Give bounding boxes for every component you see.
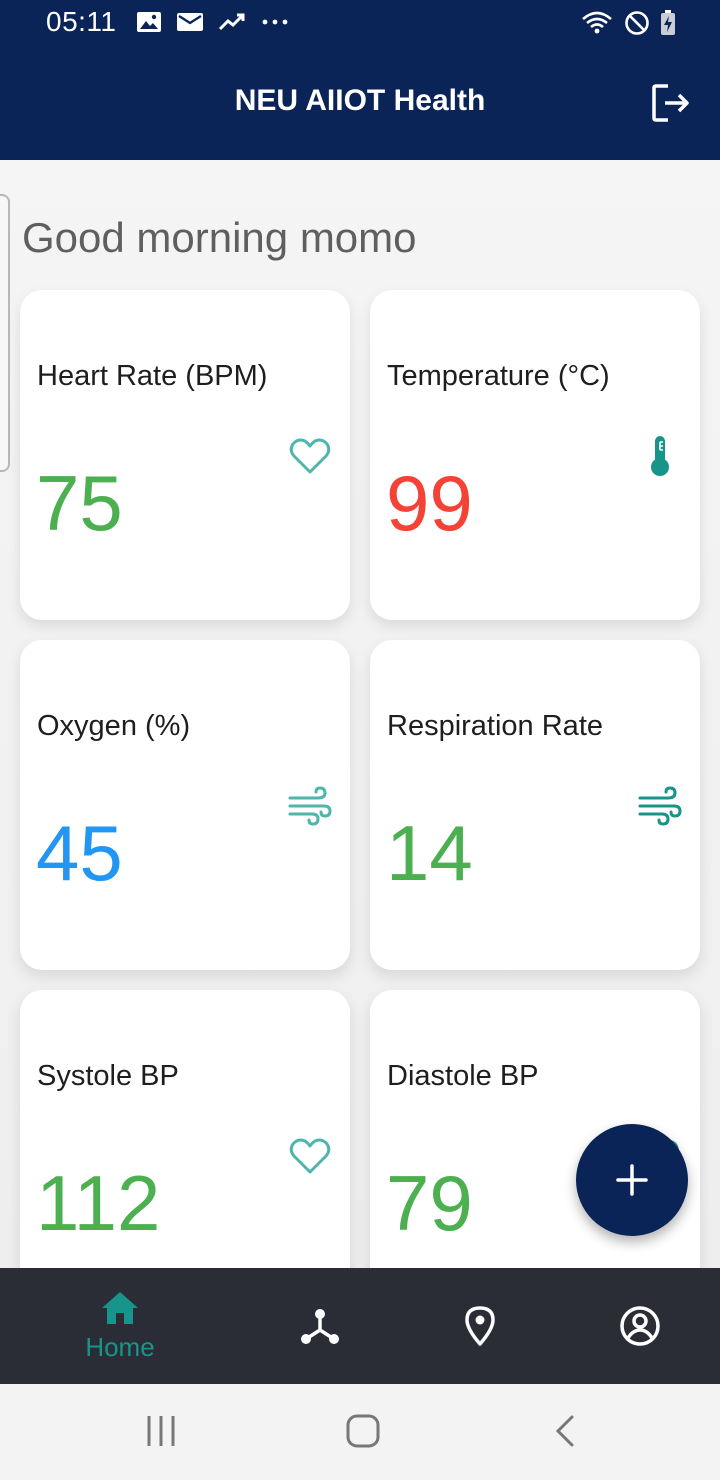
card-label: Diastole BP [387,1060,539,1092]
do-not-disturb-icon [625,11,649,35]
battery-charging-icon [661,10,675,35]
nav-item-location[interactable] [390,1268,570,1384]
wifi-icon [582,11,612,34]
thermometer-icon [651,436,669,476]
card-label: Oxygen (%) [37,710,191,742]
card-label: Systole BP [37,1060,179,1092]
trending-icon [218,13,245,31]
dashboard-content[interactable]: Good morning momo Heart Rate (BPM) 75 Te… [0,160,720,1268]
card-heart-rate[interactable]: Heart Rate (BPM) 75 [20,290,350,620]
status-bar: 05:11 [0,0,720,48]
plus-icon [616,1164,648,1196]
back-icon[interactable] [550,1414,580,1448]
home-icon [102,1291,138,1324]
status-left-icons [136,10,290,34]
nav-label-home: Home [85,1331,155,1362]
recents-icon[interactable] [144,1414,178,1448]
card-value: 99 [386,459,473,547]
card-respiration-rate[interactable]: Respiration Rate 14 [370,640,700,970]
heart-icon [289,438,331,474]
card-value: 79 [386,1159,473,1247]
drawer-handle[interactable] [0,194,10,472]
card-label: Heart Rate (BPM) [37,360,268,392]
app-bar: 05:11 NEU AIIOT Health [0,0,720,160]
status-right-icons [580,10,676,36]
card-label: Respiration Rate [387,710,603,742]
nav-item-profile[interactable] [550,1268,720,1384]
bottom-navigation: Home [0,1268,720,1384]
wind-icon [288,786,332,826]
nav-item-home[interactable]: Home [30,1268,210,1384]
logout-icon[interactable] [650,82,692,124]
card-value: 45 [36,809,123,897]
nav-item-network[interactable] [230,1268,410,1384]
add-fab-button[interactable] [576,1124,688,1236]
home-outline-icon[interactable] [344,1412,382,1450]
card-value: 14 [386,809,473,897]
app-title: NEU AIIOT Health [234,84,486,117]
card-temperature[interactable]: Temperature (°C) 99 [370,290,700,620]
status-time: 05:11 [46,6,117,37]
more-dots-icon [262,19,288,25]
mail-icon [177,13,203,31]
image-icon [137,12,161,32]
greeting-text: Good morning momo [22,214,417,261]
card-value: 112 [36,1159,161,1247]
card-oxygen[interactable]: Oxygen (%) 45 [20,640,350,970]
card-value: 75 [36,459,123,547]
account-circle-icon [620,1306,660,1346]
location-pin-icon [465,1306,495,1346]
card-label: Temperature (°C) [387,360,610,392]
system-navigation-bar [0,1384,720,1480]
heart-icon [289,1138,331,1174]
card-systole-bp[interactable]: Systole BP 112 [20,990,350,1268]
network-icon [301,1309,339,1344]
wind-icon [638,786,682,826]
